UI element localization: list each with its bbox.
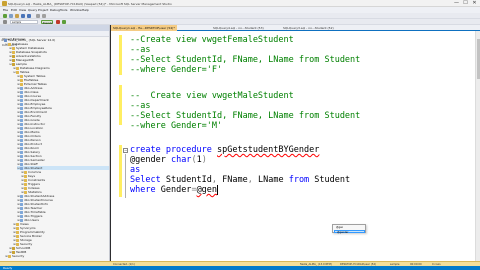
menu-item-debug[interactable]: Debug [50,8,60,12]
code-comment: --as [130,101,151,111]
code-comment: --where Gender='M' [130,121,223,131]
minimize-button[interactable]: — [452,0,461,7]
database-dropdown-value: sample [12,21,22,24]
open-file-icon[interactable] [15,14,19,18]
code-line: --where Gender='M' [130,121,222,131]
new-query-icon[interactable] [9,14,13,18]
code-token: ) [201,155,207,165]
menu-item-view[interactable]: View [19,8,26,12]
code-line: --where Gender='F' [130,65,222,75]
code-token: Student [314,175,351,185]
window-title: SQLQuery1.sql - fiesta_ALMA_ (DESKTOP-7C… [8,2,172,6]
vertical-scrollbar[interactable] [475,31,480,261]
code-keyword: where [130,185,161,195]
close-button[interactable]: ✕ [470,0,479,7]
connect-icon[interactable] [3,20,7,24]
code-token: LName [257,175,289,185]
fold-guide-line [125,154,126,198]
app-status-bar: Ready [0,266,480,270]
maximize-button[interactable]: ☐ [461,0,470,7]
collapse-region-icon[interactable]: − [123,148,128,153]
code-keyword: as [130,165,141,175]
code-keyword: from [288,175,315,185]
back-icon[interactable] [3,14,7,18]
stop-icon[interactable] [56,20,60,24]
change-marker [119,145,122,197]
change-marker [119,85,122,125]
menu-item-help[interactable]: Help [82,8,89,12]
code-line: --as [130,45,150,55]
code-token: FName [222,175,248,185]
code-keyword: char [170,155,192,165]
menu-item-tools[interactable]: Tools [60,8,67,12]
code-token: StudentId [165,175,212,185]
editor-gutter: − [111,31,129,261]
database-dropdown[interactable]: sample [10,20,38,24]
save-all-icon[interactable] [27,14,31,18]
object-explorer-panel: Object Explorer Connect ▾ ⊟fiesta_ALMA_ … [0,25,110,261]
tree-node-label: Security [12,254,25,258]
tree-node-icon [8,254,11,258]
text-caret [217,185,219,195]
app-status-text: Ready [3,266,13,270]
parse-icon[interactable] [62,20,66,24]
code-comment: --Select StudentId, FName, LName from St… [130,111,361,121]
code-comment: -- Create view vwgetMaleStudent [130,91,294,101]
code-comment: --as [130,45,151,55]
execute-button[interactable]: Execute [41,20,53,25]
code-line: --as [130,101,150,111]
code-line: as [130,165,140,175]
code-comment: --Create view vwgetFemaleStudent [130,35,294,45]
code-line: Select StudentId, FName, LName from Stud… [130,175,350,185]
code-token: , [211,175,223,185]
save-icon[interactable] [21,14,25,18]
code-line: -- Create view vwgetMaleStudent [130,91,294,101]
intellisense-popup: @gen @gender [332,224,366,234]
change-marker [119,35,122,75]
code-line: --Create view vwgetFemaleStudent [130,35,294,45]
code-editor[interactable]: --Create view vwgetFemaleStudent --as --Se… [130,31,470,261]
code-token: Gender [160,185,192,195]
code-line: @gender char(1) [130,155,207,165]
code-token: spGetstudentBYGender [217,145,320,155]
code-token: , [247,175,258,185]
menu-item-project[interactable]: Project [38,8,48,12]
code-line: --Select StudentId, FName, LName from St… [130,111,360,121]
code-token: @gender [130,155,171,165]
menu-item-file[interactable]: File [3,8,8,12]
menu-item-edit[interactable]: Edit [11,8,17,12]
code-line: --Select StudentId, FName, LName from St… [130,55,360,65]
ssms-app-icon [2,1,7,6]
code-comment: --Select StudentId, FName, LName from St… [130,55,361,65]
code-token: @gen [196,185,218,195]
code-comment: --where Gender='F' [130,65,223,75]
tree-node[interactable]: ⊞ Security [5,254,109,258]
title-bar: SQLQuery1.sql - fiesta_ALMA_ (DESKTOP-7C… [0,0,480,7]
code-keyword: Select [130,175,166,185]
object-explorer-tree: ⊟ fiesta_ALMA_ (SQL Server 12.0) ⊟ Database… [0,37,109,259]
menu-item-window[interactable]: Window [70,8,82,12]
query-editor-pane: SQLQuery1.sql - fie...DESKTOP\user (54)*… [111,25,480,261]
redo-icon[interactable] [42,14,46,18]
code-keyword: create procedure [130,145,217,155]
intellisense-item[interactable]: @gender [334,229,365,234]
code-line: create procedure spGetstudentBYGender [130,145,319,155]
menu-item-query[interactable]: Query [28,8,37,12]
undo-icon[interactable] [36,14,40,18]
code-line: where Gender=@gen [130,185,217,195]
